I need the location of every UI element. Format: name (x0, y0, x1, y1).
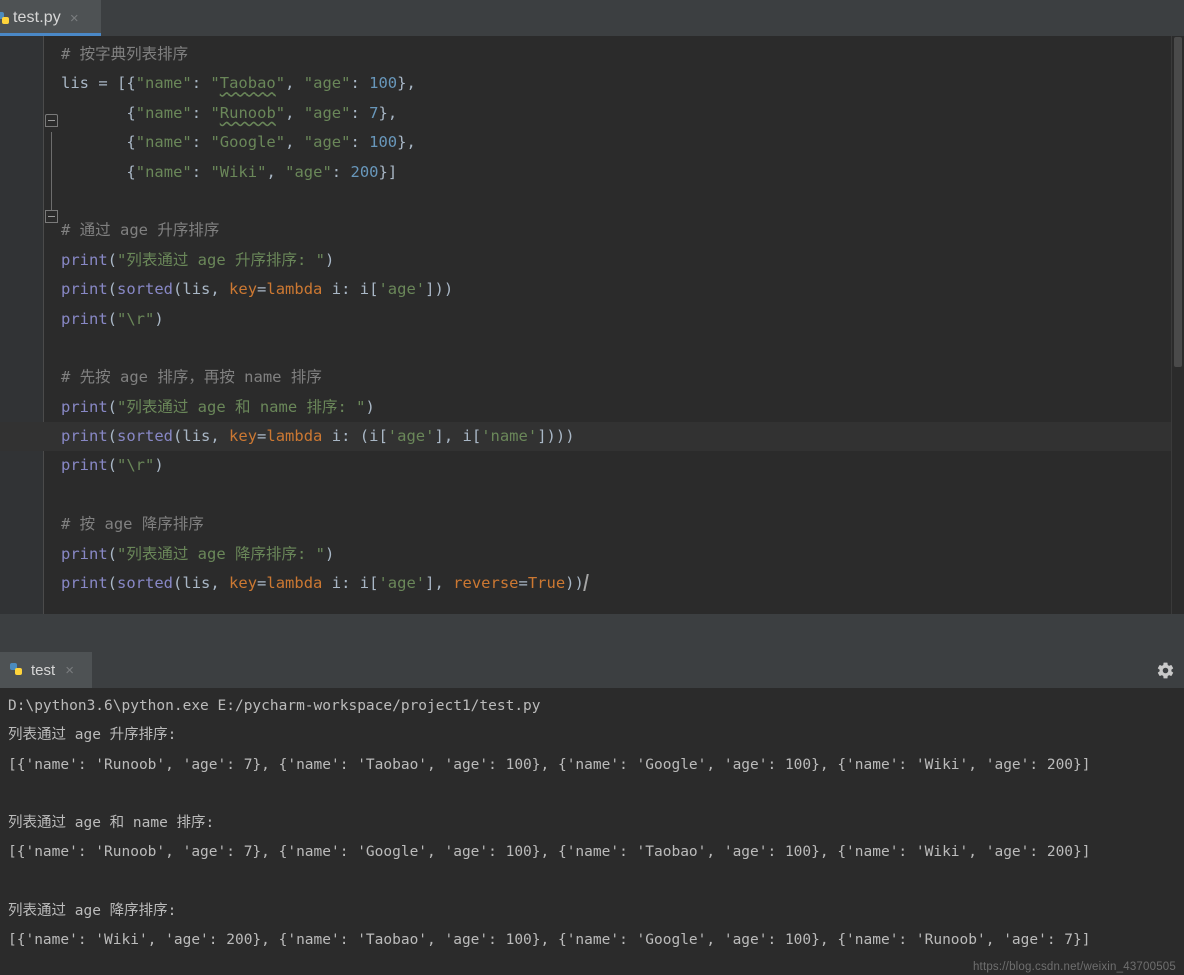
code-line[interactable]: {"name": "Google", "age": 100}, (44, 128, 1184, 157)
code-line[interactable] (44, 334, 1184, 363)
code-line[interactable]: {"name": "Runoob", "age": 7}, (44, 99, 1184, 128)
python-file-icon (0, 11, 10, 25)
editor-tab-label: test.py (13, 9, 61, 26)
code-line[interactable]: # 通过 age 升序排序 (44, 216, 1184, 245)
code-line[interactable]: print("\r") (44, 451, 1184, 480)
code-line[interactable]: print("列表通过 age 降序排序: ") (44, 540, 1184, 569)
watermark-text: https://blog.csdn.net/weixin_43700505 (972, 961, 1176, 973)
gear-icon[interactable] (1156, 661, 1175, 680)
run-tab-test[interactable]: test × (0, 652, 92, 688)
code-line[interactable]: print(sorted(lis, key=lambda i: i['age']… (44, 275, 1184, 304)
editor-console-splitter[interactable] (0, 614, 1184, 652)
console-line: 列表通过 age 升序排序: (8, 727, 177, 744)
code-editor[interactable]: # 按字典列表排序 lis = [{"name": "Taobao", "age"… (0, 36, 1184, 614)
run-tab-label: test (31, 661, 56, 679)
code-line[interactable]: # 先按 age 排序，再按 name 排序 (44, 363, 1184, 392)
editor-gutter[interactable] (0, 36, 44, 614)
editor-tab-test-py[interactable]: test.py × (0, 0, 101, 36)
console-line: [{'name': 'Wiki', 'age': 200}, {'name': … (8, 932, 1091, 949)
run-tool-window-tab-bar: test × (0, 652, 1184, 688)
code-line[interactable]: print("\r") (44, 305, 1184, 334)
code-line[interactable]: print(sorted(lis, key=lambda i: (i['age'… (0, 422, 1184, 452)
code-content[interactable]: # 按字典列表排序 lis = [{"name": "Taobao", "age"… (0, 36, 1184, 614)
code-line[interactable] (44, 187, 1184, 216)
code-line[interactable]: # 按字典列表排序 (44, 40, 1184, 69)
console-line: 列表通过 age 降序排序: (8, 903, 177, 920)
code-line[interactable]: print("列表通过 age 升序排序: ") (44, 246, 1184, 275)
console-line: 列表通过 age 和 name 排序: (8, 815, 215, 832)
console-line: D:\python3.6\python.exe E:/pycharm-works… (8, 698, 541, 714)
console-output[interactable]: D:\python3.6\python.exe E:/pycharm-works… (0, 688, 1184, 975)
code-line[interactable]: # 按 age 降序排序 (44, 510, 1184, 539)
code-line[interactable] (44, 481, 1184, 510)
pycharm-window: test.py × # 按字典列表排序 lis = [{"name": "Taob… (0, 0, 1184, 975)
code-line[interactable]: print("列表通过 age 和 name 排序: ") (44, 393, 1184, 422)
console-line: [{'name': 'Runoob', 'age': 7}, {'name': … (8, 844, 1091, 861)
code-line[interactable]: print(sorted(lis, key=lambda i: i['age']… (44, 569, 1184, 598)
editor-scrollbar-thumb[interactable] (1174, 37, 1182, 367)
close-icon[interactable]: × (70, 11, 79, 26)
editor-scrollbar[interactable] (1171, 36, 1184, 614)
python-run-icon (10, 663, 24, 677)
editor-tab-bar: test.py × (0, 0, 1184, 37)
console-line: [{'name': 'Runoob', 'age': 7}, {'name': … (8, 756, 1091, 773)
code-line[interactable]: {"name": "Wiki", "age": 200}] (44, 158, 1184, 187)
code-line[interactable]: lis = [{"name": "Taobao", "age": 100}, (44, 69, 1184, 98)
close-icon[interactable]: × (65, 663, 74, 678)
